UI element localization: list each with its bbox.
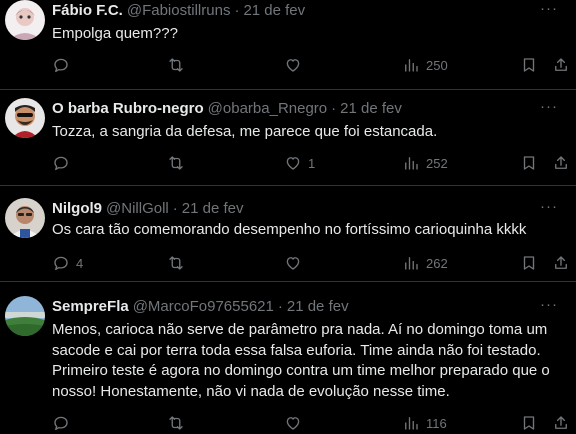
bookmark-button[interactable]: [520, 152, 538, 174]
bookmark-button[interactable]: [520, 412, 538, 434]
separator-dot: ·: [172, 200, 178, 217]
retweet-button[interactable]: [167, 412, 191, 434]
reply-icon: [54, 156, 68, 171]
action-bar: 1 252: [52, 152, 576, 174]
reply-icon: [54, 58, 68, 73]
tweet-date[interactable]: 21 de fev: [340, 100, 402, 117]
separator-dot: ·: [277, 298, 283, 315]
views-icon: [405, 417, 418, 430]
like-button[interactable]: 1: [284, 152, 315, 174]
tweet-text: Tozza, a sangria da defesa, me parece qu…: [52, 123, 438, 140]
retweet-button[interactable]: [167, 54, 191, 76]
like-icon: [286, 417, 300, 430]
separator-dot: ·: [331, 100, 337, 117]
views-button[interactable]: 252: [402, 152, 448, 174]
tweet[interactable]: SempreFla @MarcoFo97655621 · 21 de fev ··· …: [0, 282, 576, 432]
user-handle[interactable]: @NillGoll: [106, 200, 169, 217]
retweet-icon: [169, 58, 183, 72]
bookmark-icon: [523, 58, 535, 72]
avatar[interactable]: [5, 296, 45, 336]
like-button[interactable]: [284, 252, 308, 274]
view-count: 116: [426, 415, 447, 431]
action-bar: 4 262: [52, 252, 576, 274]
avatar[interactable]: [5, 198, 45, 238]
like-button[interactable]: [284, 54, 308, 76]
views-button[interactable]: 250: [402, 54, 448, 76]
share-button[interactable]: [552, 412, 570, 434]
tweet-header: O barba Rubro-negro @obarba_Rnegro · 21 de …: [52, 100, 402, 117]
tweet-date[interactable]: 21 de fev: [243, 2, 305, 19]
separator-dot: ·: [234, 2, 240, 19]
more-icon[interactable]: ···: [540, 198, 558, 215]
views-button[interactable]: 262: [402, 252, 448, 274]
tweet-text: Empolga quem???: [52, 25, 178, 42]
share-icon: [555, 256, 567, 269]
reply-feed: Fábio F.C. @Fabiostillruns · 21 de fev ··· …: [0, 0, 576, 432]
view-count: 250: [426, 57, 448, 73]
bookmark-icon: [523, 416, 535, 430]
avatar[interactable]: [5, 0, 45, 40]
like-icon: [286, 157, 300, 170]
bookmark-button[interactable]: [520, 54, 538, 76]
reply-icon: [54, 416, 68, 431]
tweet[interactable]: O barba Rubro-negro @obarba_Rnegro · 21 de …: [0, 90, 576, 186]
tweet-date[interactable]: 21 de fev: [182, 200, 244, 217]
bookmark-icon: [523, 256, 535, 270]
tweet-header: Fábio F.C. @Fabiostillruns · 21 de fev: [52, 2, 305, 19]
bookmark-icon: [523, 156, 535, 170]
tweet-date[interactable]: 21 de fev: [287, 298, 349, 315]
retweet-icon: [169, 416, 183, 430]
more-icon[interactable]: ···: [540, 98, 558, 115]
view-count: 252: [426, 155, 448, 171]
tweet-text: Os cara tão comemorando desempenho no fo…: [52, 221, 527, 238]
reply-icon: [54, 256, 68, 271]
share-button[interactable]: [552, 54, 570, 76]
action-bar: 116: [52, 412, 576, 434]
display-name[interactable]: SempreFla: [52, 298, 129, 315]
views-icon: [405, 157, 418, 170]
user-handle[interactable]: @Fabiostillruns: [127, 2, 231, 19]
like-count: 1: [308, 155, 316, 171]
reply-button[interactable]: [52, 152, 76, 174]
like-icon: [286, 257, 300, 270]
reply-button[interactable]: [52, 412, 76, 434]
avatar[interactable]: [5, 98, 45, 138]
view-count: 262: [426, 255, 448, 271]
tweet-header: Nilgol9 @NillGoll · 21 de fev: [52, 200, 243, 217]
tweet-text: Menos, carioca não serve de parâmetro pr…: [52, 321, 550, 400]
tweet[interactable]: Nilgol9 @NillGoll · 21 de fev ··· Os cara t…: [0, 186, 576, 282]
share-button[interactable]: [552, 252, 570, 274]
like-icon: [286, 59, 300, 72]
retweet-button[interactable]: [167, 152, 191, 174]
reply-button[interactable]: 4: [52, 252, 83, 274]
tweet-header: SempreFla @MarcoFo97655621 · 21 de fev: [52, 298, 349, 315]
share-icon: [555, 58, 567, 71]
display-name[interactable]: O barba Rubro-negro: [52, 100, 204, 117]
share-icon: [555, 156, 567, 169]
display-name[interactable]: Fábio F.C.: [52, 2, 123, 19]
more-icon[interactable]: ···: [540, 0, 558, 17]
more-icon[interactable]: ···: [540, 296, 558, 313]
action-bar: 250: [52, 54, 576, 76]
tweet[interactable]: Fábio F.C. @Fabiostillruns · 21 de fev ··· …: [0, 0, 576, 90]
retweet-button[interactable]: [167, 252, 191, 274]
display-name[interactable]: Nilgol9: [52, 200, 102, 217]
share-icon: [555, 416, 567, 429]
reply-count: 4: [76, 255, 84, 271]
retweet-icon: [169, 156, 183, 170]
user-handle[interactable]: @MarcoFo97655621: [133, 298, 274, 315]
retweet-icon: [169, 256, 183, 270]
share-button[interactable]: [552, 152, 570, 174]
reply-button[interactable]: [52, 54, 76, 76]
bookmark-button[interactable]: [520, 252, 538, 274]
user-handle[interactable]: @obarba_Rnegro: [208, 100, 327, 117]
views-icon: [405, 59, 418, 72]
views-icon: [405, 257, 418, 270]
like-button[interactable]: [284, 412, 308, 434]
views-button[interactable]: 116: [402, 412, 447, 434]
